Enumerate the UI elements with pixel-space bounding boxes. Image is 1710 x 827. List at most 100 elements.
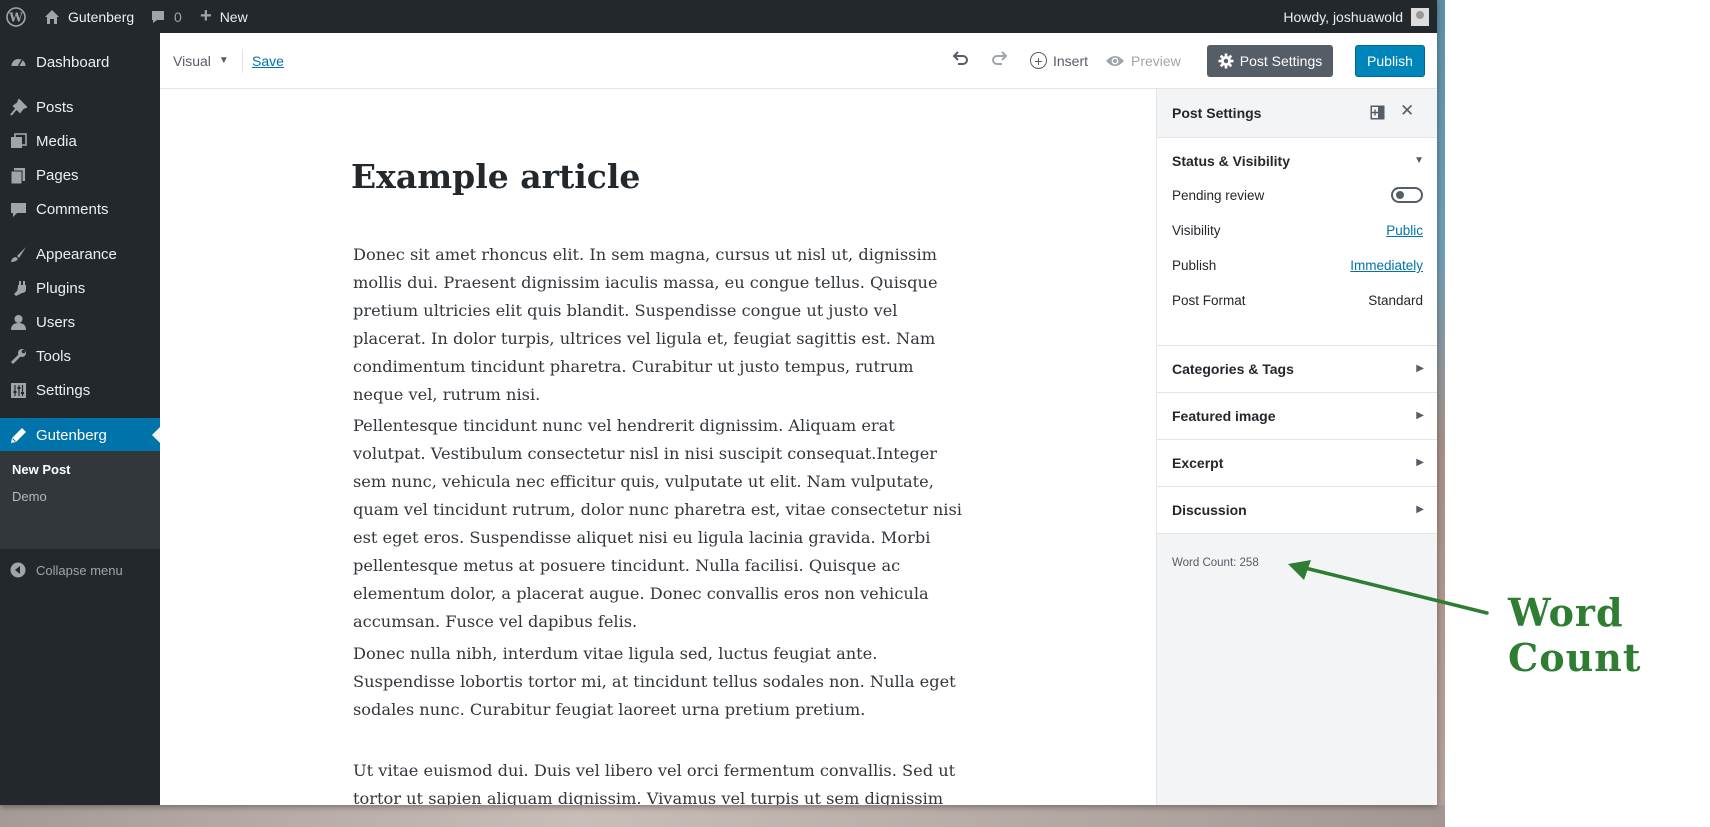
sidebar-item-pages[interactable]: Pages — [0, 158, 160, 192]
plus-icon: + — [200, 5, 212, 27]
sidebar-item-label: Users — [36, 313, 76, 331]
admin-bar-comments[interactable]: 0 — [150, 0, 182, 33]
categories-tags-panel[interactable]: Categories & Tags ▶ — [1157, 346, 1437, 393]
post-settings-header: Post Settings ✕ — [1157, 89, 1437, 138]
sidebar-item-plugins[interactable]: Plugins — [0, 271, 160, 305]
admin-bar-site-link[interactable]: Gutenberg — [44, 0, 134, 33]
editor-mode-dropdown[interactable]: Visual ▼ — [173, 33, 229, 88]
sidebar-item-label: Tools — [36, 347, 72, 365]
submenu-item-demo[interactable]: Demo — [12, 489, 47, 504]
dashboard-icon — [0, 54, 36, 71]
undo-icon — [950, 48, 970, 74]
sidebar-item-posts[interactable]: Posts — [0, 90, 160, 124]
sidebar-item-label: Media — [36, 132, 77, 150]
sidebar-item-users[interactable]: Users — [0, 305, 160, 339]
insert-block-button[interactable]: + Insert — [1030, 33, 1088, 88]
toolbar-divider — [242, 49, 243, 73]
caret-right-icon: ▶ — [1416, 504, 1424, 515]
submenu-item-new-post[interactable]: New Post — [12, 462, 71, 477]
admin-bar-new[interactable]: + New — [200, 0, 248, 33]
sidebar-item-label: Dashboard — [36, 53, 110, 71]
sidebar-item-label: Comments — [36, 200, 109, 218]
excerpt-panel[interactable]: Excerpt ▶ — [1157, 440, 1437, 487]
editor-canvas: Example article Donec sit amet rhoncus e… — [160, 89, 1157, 805]
close-icon[interactable]: ✕ — [1400, 101, 1414, 121]
sidebar-item-comments[interactable]: Comments — [0, 192, 160, 226]
desktop-wallpaper-edge — [1437, 0, 1445, 827]
pages-icon — [0, 167, 36, 184]
paragraph-block[interactable]: Donec nulla nibh, interdum vitae ligula … — [353, 640, 968, 724]
sidebar-item-label: Pages — [36, 166, 79, 184]
panel-title: Discussion — [1172, 502, 1247, 518]
undo-button[interactable] — [950, 33, 970, 88]
eye-icon — [1105, 54, 1125, 68]
admin-bar-account[interactable]: Howdy, joshuawold — [1283, 0, 1429, 33]
admin-bar-new-label: New — [219, 8, 248, 25]
panel-title: Featured image — [1172, 408, 1276, 424]
gear-icon — [1218, 53, 1234, 69]
paragraph-block[interactable]: Pellentesque tincidunt nunc vel hendreri… — [353, 412, 968, 636]
panel-title: Excerpt — [1172, 455, 1224, 471]
wordpress-logo-icon[interactable]: W — [6, 0, 28, 33]
preview-button[interactable]: Preview — [1105, 33, 1181, 88]
paragraph-block[interactable]: Donec sit amet rhoncus elit. In sem magn… — [353, 241, 968, 409]
sidebar-item-label: Settings — [36, 381, 91, 399]
featured-image-panel[interactable]: Featured image ▶ — [1157, 393, 1437, 440]
sidebar-item-gutenberg[interactable]: Gutenberg — [0, 418, 160, 452]
visibility-label: Visibility — [1172, 223, 1221, 238]
svg-text:W: W — [8, 10, 23, 24]
save-draft-link[interactable]: Save — [252, 33, 284, 88]
plugin-icon — [0, 280, 36, 297]
annotation-arrow — [1288, 560, 1489, 615]
settings-icon — [0, 382, 36, 399]
editor-toolbar: Visual ▼ Save + Insert Preview Post Sett… — [160, 33, 1437, 89]
pin-icon — [0, 98, 36, 116]
avatar — [1411, 7, 1429, 26]
post-format-label: Post Format — [1172, 293, 1246, 308]
caret-right-icon: ▶ — [1416, 410, 1424, 421]
howdy-text: Howdy, joshuawold — [1283, 8, 1403, 25]
admin-bar-comments-count: 0 — [174, 8, 182, 25]
panel-title: Categories & Tags — [1172, 361, 1294, 377]
sidebar-item-dashboard[interactable]: Dashboard — [0, 45, 160, 79]
post-settings-button[interactable]: Post Settings — [1207, 45, 1333, 77]
sidebar-item-tools[interactable]: Tools — [0, 339, 160, 373]
word-count: Word Count: 258 — [1172, 557, 1259, 569]
sidebar-item-label: Plugins — [36, 279, 86, 297]
publish-date-link[interactable]: Immediately — [1350, 258, 1423, 273]
annotation-label: Word Count — [1508, 590, 1642, 680]
post-format-value[interactable]: Standard — [1368, 293, 1423, 308]
plus-circle-icon: + — [1030, 52, 1047, 69]
post-settings-sidebar: Post Settings ✕ Status & Visibility ▼ Pe… — [1156, 89, 1437, 805]
post-title[interactable]: Example article — [351, 157, 640, 196]
browser-window: W Gutenberg 0 + New Howdy, joshuawold Da… — [0, 0, 1437, 805]
post-settings-title: Post Settings — [1172, 105, 1262, 121]
collapse-menu-button[interactable]: Collapse menu — [0, 553, 160, 587]
visibility-value-link[interactable]: Public — [1386, 223, 1423, 238]
gutenberg-submenu: New Post Demo — [0, 451, 160, 549]
sidebar-item-settings[interactable]: Settings — [0, 373, 160, 407]
home-icon — [44, 9, 60, 25]
admin-bar: W Gutenberg 0 + New Howdy, joshuawold — [0, 0, 1437, 33]
caret-down-icon[interactable]: ▼ — [1414, 155, 1424, 166]
sidebar-item-appearance[interactable]: Appearance — [0, 237, 160, 271]
desktop-wallpaper-bottom — [0, 805, 1445, 827]
caret-right-icon: ▶ — [1416, 363, 1424, 374]
discussion-panel[interactable]: Discussion ▶ — [1157, 487, 1437, 534]
publish-button[interactable]: Publish — [1355, 45, 1425, 77]
comment-bubble-icon — [150, 9, 166, 25]
comments-icon — [0, 201, 36, 218]
paragraph-block[interactable]: Ut vitae euismod dui. Duis vel libero ve… — [353, 757, 968, 805]
status-visibility-title[interactable]: Status & Visibility — [1172, 153, 1290, 169]
sidebar-item-media[interactable]: Media — [0, 124, 160, 158]
desktop-background — [1437, 0, 1710, 827]
sidebar-item-label: Appearance — [36, 245, 117, 263]
sidebar-toggle-icon[interactable] — [1370, 105, 1385, 120]
caret-right-icon: ▶ — [1416, 457, 1424, 468]
pending-review-toggle[interactable] — [1391, 187, 1423, 203]
collapse-arrow-icon — [0, 562, 36, 578]
redo-button[interactable] — [990, 33, 1010, 88]
admin-bar-site-name: Gutenberg — [68, 8, 135, 25]
wrench-icon — [0, 348, 36, 365]
insert-label: Insert — [1053, 52, 1089, 69]
